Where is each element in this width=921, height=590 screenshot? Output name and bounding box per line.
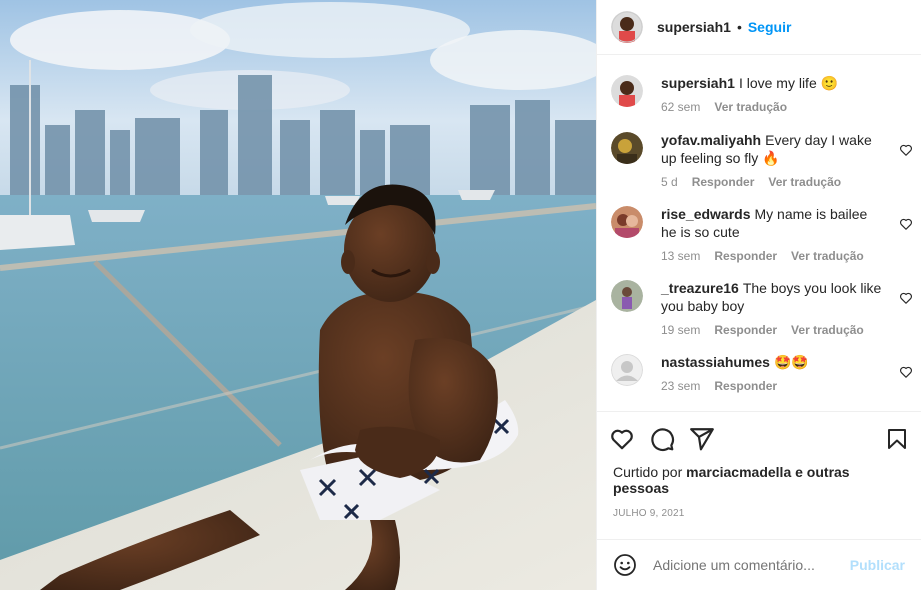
comment-avatar[interactable] bbox=[611, 132, 643, 164]
comment-text: nastassiahumes 🤩🤩 bbox=[661, 353, 885, 371]
post-date[interactable]: JULHO 9, 2021 bbox=[597, 508, 921, 519]
post-actions bbox=[597, 411, 921, 466]
like-comment-heart-icon[interactable] bbox=[899, 291, 913, 305]
comment-icon[interactable] bbox=[649, 426, 675, 452]
comment-time[interactable]: 19 sem bbox=[661, 323, 700, 337]
like-comment-heart-icon[interactable] bbox=[899, 143, 913, 157]
bookmark-icon[interactable] bbox=[885, 427, 909, 451]
author-username[interactable]: supersiah1 bbox=[657, 19, 731, 35]
comment-username[interactable]: rise_edwards bbox=[661, 206, 751, 222]
likes-user[interactable]: marciacmadella bbox=[686, 464, 791, 480]
caption-message: I love my life 🙂 bbox=[738, 75, 839, 91]
post-photo[interactable] bbox=[0, 0, 596, 590]
follow-button[interactable]: Seguir bbox=[748, 19, 792, 35]
caption-body: supersiah1 I love my life 🙂 62 sem Ver tra… bbox=[661, 74, 907, 114]
reply-button[interactable]: Responder bbox=[714, 249, 777, 263]
post-header: supersiah1 • Seguir bbox=[597, 0, 921, 55]
caption: supersiah1 I love my life 🙂 62 sem Ver tra… bbox=[611, 74, 907, 114]
comment-body: nastassiahumes 🤩🤩 23 sem Responder bbox=[661, 353, 912, 393]
comment-item: nastassiahumes 🤩🤩 23 sem Responder bbox=[611, 353, 912, 393]
share-icon[interactable] bbox=[689, 426, 715, 452]
like-comment-heart-icon[interactable] bbox=[899, 217, 913, 231]
likes-prefix: Curtido por bbox=[613, 464, 683, 480]
comment-time[interactable]: 23 sem bbox=[661, 379, 700, 393]
heart-icon[interactable] bbox=[609, 426, 635, 452]
comment-avatar[interactable] bbox=[611, 280, 643, 312]
like-comment-heart-icon[interactable] bbox=[899, 365, 913, 379]
comment-item: yofav.maliyahh Every day I wake up feelin… bbox=[611, 131, 912, 189]
caption-time[interactable]: 62 sem bbox=[661, 100, 700, 114]
comment-time[interactable]: 5 d bbox=[661, 175, 678, 189]
caption-avatar[interactable] bbox=[611, 75, 643, 107]
comment-username[interactable]: _treazure16 bbox=[661, 280, 739, 296]
comment-message: 🤩🤩 bbox=[773, 354, 809, 370]
photo-image bbox=[0, 0, 596, 590]
caption-meta: 62 sem Ver tradução bbox=[661, 100, 885, 114]
comment-meta: 19 sem Responder Ver tradução bbox=[661, 323, 885, 337]
instagram-post-view: supersiah1 • Seguir supersiah1 I love my … bbox=[0, 0, 921, 590]
author-avatar[interactable] bbox=[611, 11, 643, 43]
post-side-panel: supersiah1 • Seguir supersiah1 I love my … bbox=[596, 0, 921, 590]
comment-body: _treazure16 The boys you look like you ba… bbox=[661, 279, 912, 337]
comment-username[interactable]: nastassiahumes bbox=[661, 354, 770, 370]
comment-body: yofav.maliyahh Every day I wake up feelin… bbox=[661, 131, 912, 189]
translate-link[interactable]: Ver tradução bbox=[791, 249, 864, 263]
caption-translate[interactable]: Ver tradução bbox=[714, 100, 787, 114]
comment-body: rise_edwards My name is bailee he is so c… bbox=[661, 205, 912, 263]
comment-username[interactable]: yofav.maliyahh bbox=[661, 132, 761, 148]
reply-button[interactable]: Responder bbox=[714, 323, 777, 337]
comment-input[interactable] bbox=[653, 557, 850, 573]
comment-item: _treazure16 The boys you look like you ba… bbox=[611, 279, 912, 337]
translate-link[interactable]: Ver tradução bbox=[768, 175, 841, 189]
comment-text: rise_edwards My name is bailee he is so c… bbox=[661, 205, 885, 241]
comment-item: rise_edwards My name is bailee he is so c… bbox=[611, 205, 912, 263]
comment-meta: 13 sem Responder Ver tradução bbox=[661, 249, 885, 263]
caption-username[interactable]: supersiah1 bbox=[661, 75, 735, 91]
reply-button[interactable]: Responder bbox=[714, 379, 777, 393]
comments-list[interactable]: supersiah1 I love my life 🙂 62 sem Ver tra… bbox=[597, 55, 921, 411]
comment-text: yofav.maliyahh Every day I wake up feelin… bbox=[661, 131, 885, 167]
caption-text: supersiah1 I love my life 🙂 bbox=[661, 74, 885, 92]
separator-dot: • bbox=[736, 19, 742, 35]
publish-button[interactable]: Publicar bbox=[850, 557, 905, 573]
comment-meta: 23 sem Responder bbox=[661, 379, 885, 393]
likes-summary: Curtido por marciacmadella e outras pess… bbox=[597, 464, 921, 496]
comment-meta: 5 d Responder Ver tradução bbox=[661, 175, 885, 189]
emoji-icon[interactable] bbox=[613, 553, 637, 577]
comment-avatar[interactable] bbox=[611, 354, 643, 386]
add-comment-bar: Publicar bbox=[597, 539, 921, 590]
comment-text: _treazure16 The boys you look like you ba… bbox=[661, 279, 885, 315]
comment-time[interactable]: 13 sem bbox=[661, 249, 700, 263]
reply-button[interactable]: Responder bbox=[692, 175, 755, 189]
translate-link[interactable]: Ver tradução bbox=[791, 323, 864, 337]
comment-avatar[interactable] bbox=[611, 206, 643, 238]
